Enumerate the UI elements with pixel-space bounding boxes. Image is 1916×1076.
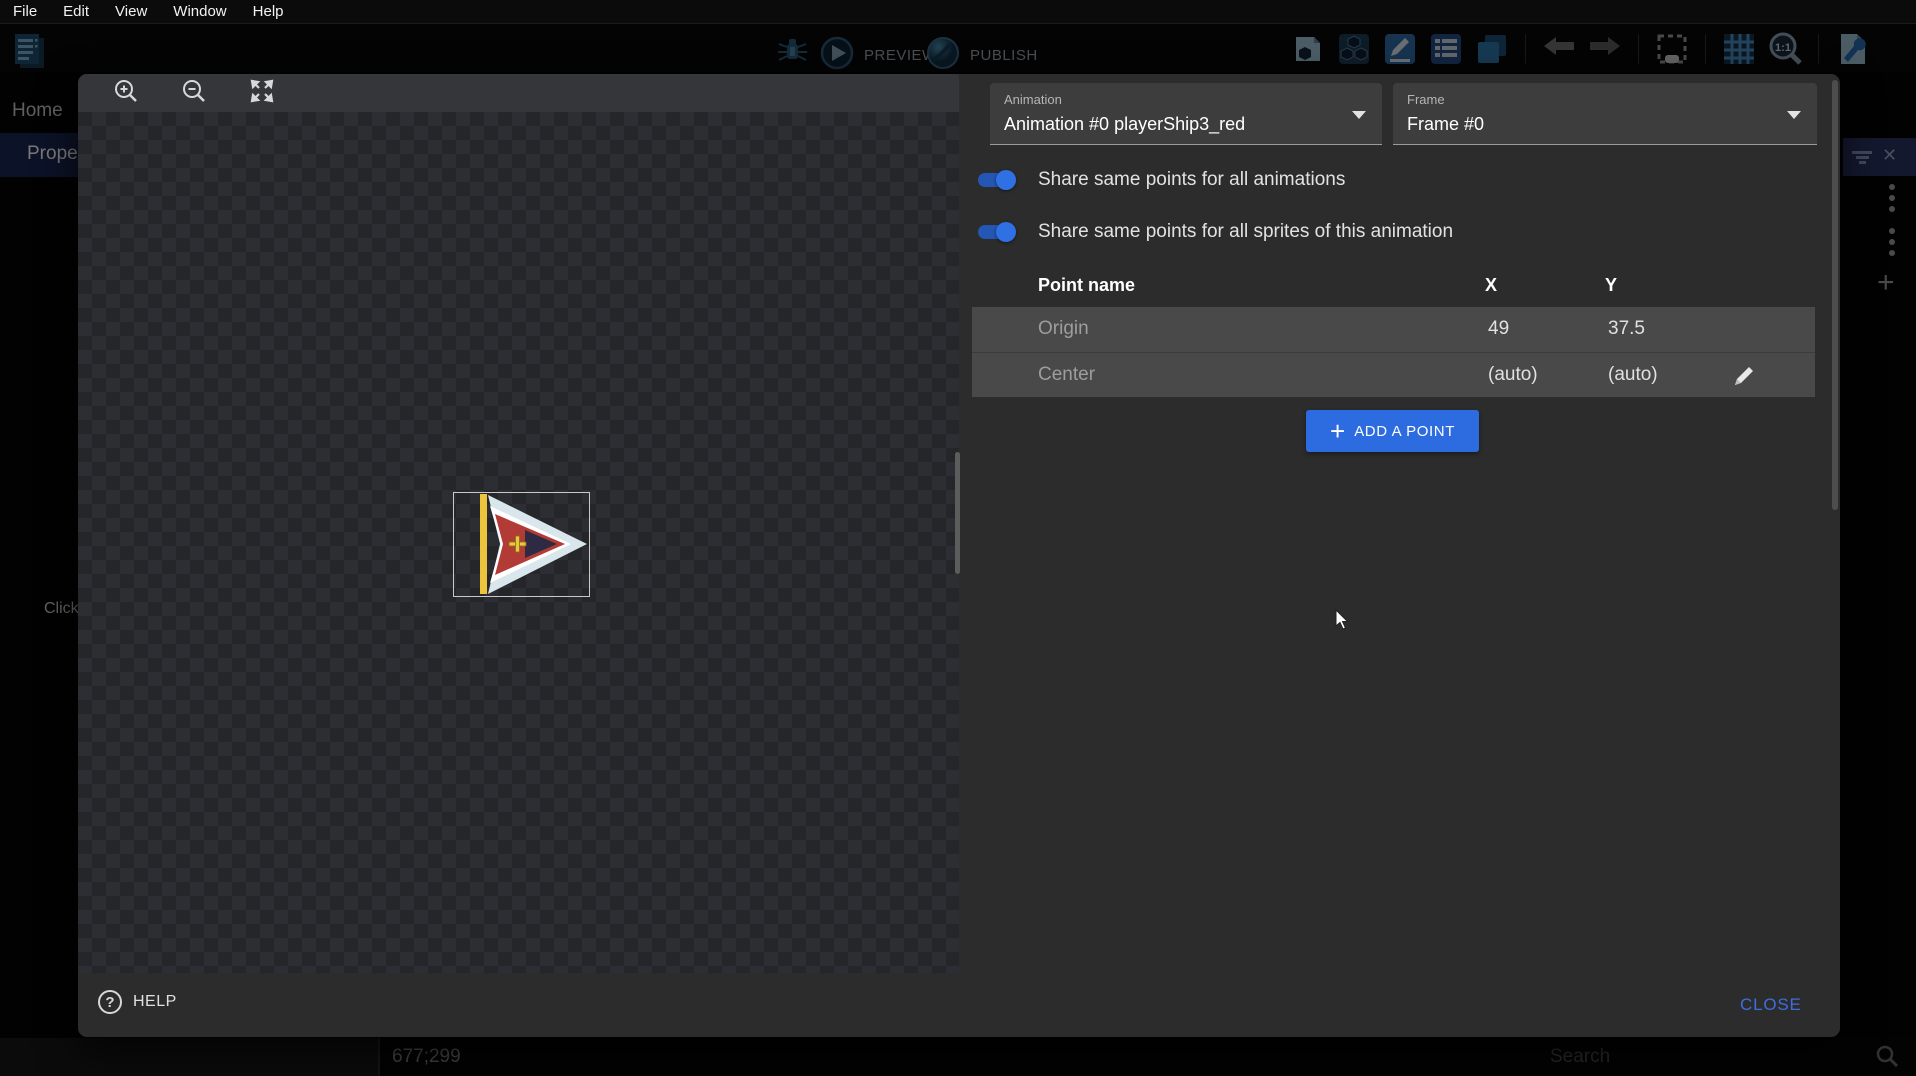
menu-file[interactable]: File [0, 0, 50, 24]
edit-points-dialog: Animation Animation #0 playerShip3_red F… [78, 74, 1840, 1037]
toggle-switch[interactable] [978, 225, 1012, 239]
canvas-scrollbar-thumb[interactable] [955, 452, 960, 574]
sprite-selection-box[interactable] [453, 492, 590, 597]
mouse-cursor [1335, 609, 1351, 636]
zoom-in-icon[interactable] [113, 78, 139, 109]
share-points-sprites-toggle-row: Share same points for all sprites of thi… [978, 221, 1453, 243]
chevron-down-icon [1352, 111, 1366, 119]
point-x-value[interactable]: 49 [1488, 318, 1509, 340]
share-points-animations-toggle-row: Share same points for all animations [978, 169, 1345, 191]
edit-pencil-icon[interactable] [1732, 362, 1758, 388]
frame-select-label: Frame [1407, 92, 1445, 107]
add-point-button[interactable]: + ADD A POINT [1306, 410, 1479, 452]
close-button[interactable]: CLOSE [1740, 995, 1802, 1015]
table-row-center[interactable]: Center (auto) (auto) [972, 352, 1815, 397]
frame-select-value: Frame #0 [1407, 114, 1484, 135]
chevron-down-icon [1787, 111, 1801, 119]
sprite-canvas[interactable] [78, 112, 959, 973]
canvas-toolbar [78, 74, 959, 112]
frame-select[interactable]: Frame Frame #0 [1393, 83, 1817, 145]
question-mark-icon: ? [98, 990, 122, 1014]
player-ship-sprite [454, 493, 589, 596]
point-name: Center [1038, 364, 1095, 386]
menu-view[interactable]: View [102, 0, 160, 24]
plus-icon: + [1330, 420, 1345, 442]
add-point-label: ADD A POINT [1354, 423, 1455, 440]
animation-select-label: Animation [1004, 92, 1062, 107]
animation-select-value: Animation #0 playerShip3_red [1004, 114, 1245, 135]
toggle-label: Share same points for all animations [1038, 169, 1345, 191]
animation-select[interactable]: Animation Animation #0 playerShip3_red [990, 83, 1382, 145]
point-y-value[interactable]: 37.5 [1608, 318, 1645, 340]
zoom-out-icon[interactable] [181, 78, 207, 109]
help-button[interactable]: ? HELP [98, 990, 177, 1014]
menu-window[interactable]: Window [160, 0, 239, 24]
fit-to-screen-icon[interactable] [249, 78, 275, 109]
column-header-y: Y [1605, 275, 1617, 296]
menu-bar: File Edit View Window Help [0, 0, 1916, 24]
dialog-footer: ? HELP CLOSE [78, 973, 1840, 1037]
menu-help[interactable]: Help [240, 0, 297, 24]
toggle-switch[interactable] [978, 173, 1012, 187]
column-header-point-name: Point name [1038, 275, 1135, 296]
panel-scrollbar-thumb[interactable] [1832, 80, 1838, 510]
menu-edit[interactable]: Edit [50, 0, 102, 24]
toggle-label: Share same points for all sprites of thi… [1038, 221, 1453, 243]
point-name: Origin [1038, 318, 1089, 340]
help-label: HELP [133, 993, 177, 1011]
table-row-origin[interactable]: Origin 49 37.5 [972, 307, 1815, 352]
column-header-x: X [1485, 275, 1497, 296]
point-x-value[interactable]: (auto) [1488, 364, 1538, 386]
point-y-value[interactable]: (auto) [1608, 364, 1658, 386]
